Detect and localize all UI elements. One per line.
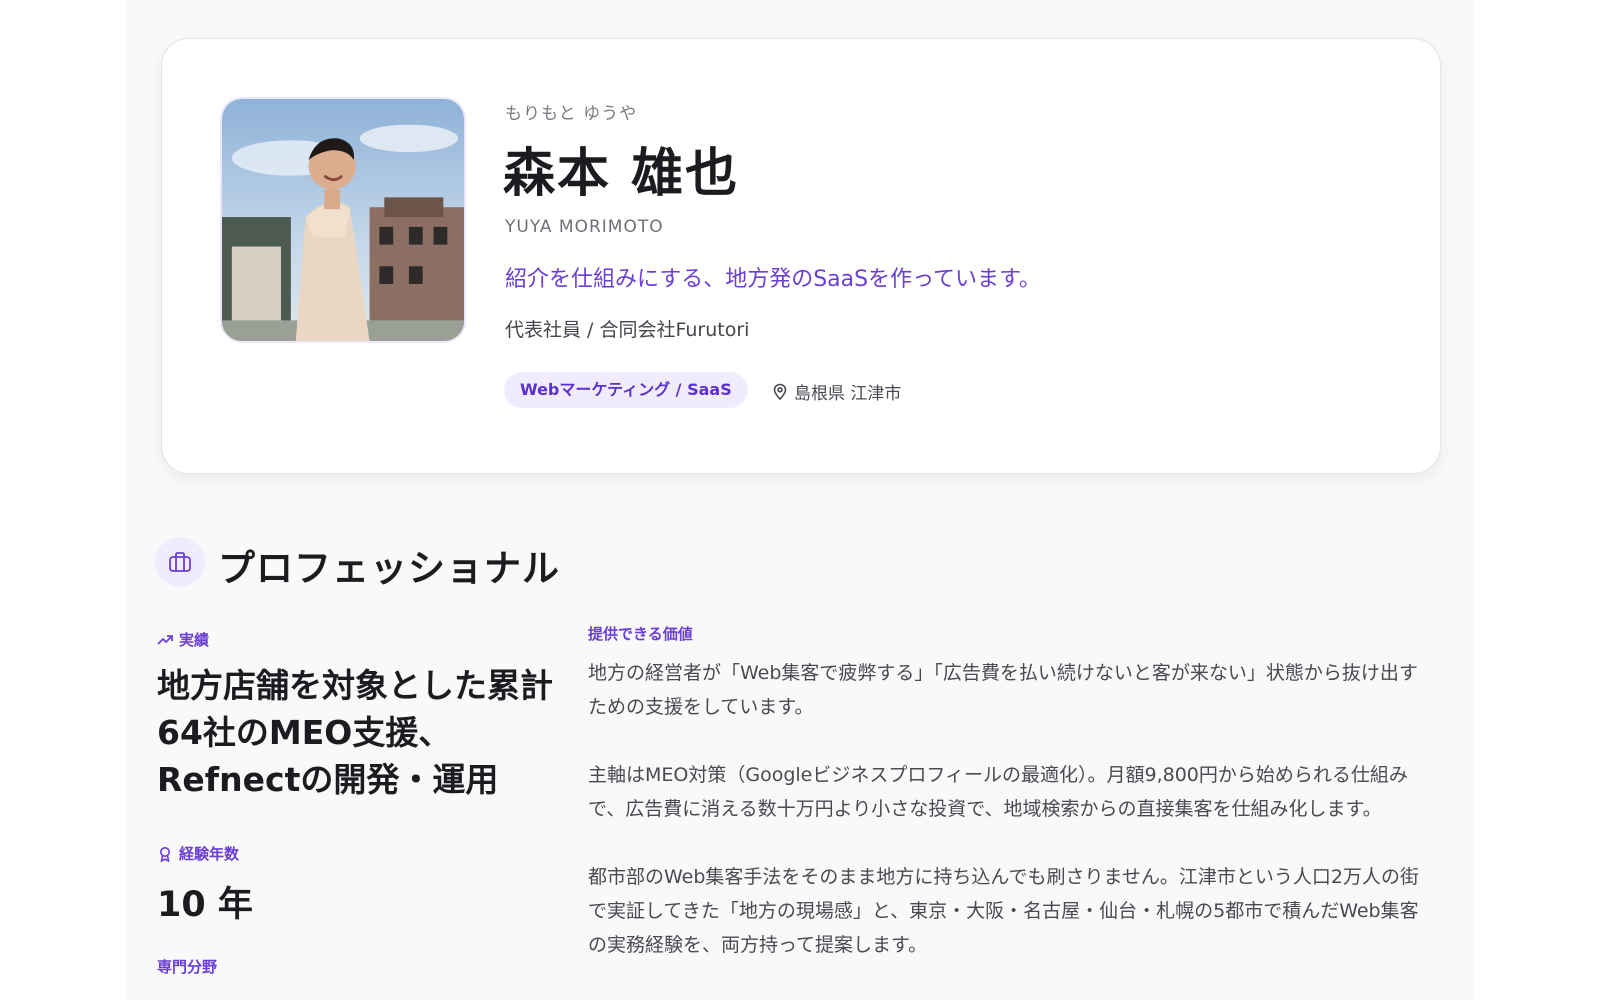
achievements-label: 実績 <box>157 629 209 650</box>
field-label: 専門分野 <box>157 956 217 977</box>
value-description: 地方の経営者が「Web集客で疲弊する」「広告費を払い続けないと客が来ない」状態か… <box>588 656 1428 996</box>
category-tag: Webマーケティング / SaaS <box>504 372 748 408</box>
location: 島根県 江津市 <box>772 379 901 404</box>
profile-name: 森本 雄也 <box>503 144 740 204</box>
value-paragraph: 主軸はMEO対策（Googleビジネスプロフィールの最適化）。月額9,800円か… <box>588 764 1408 820</box>
field-label-text: 専門分野 <box>157 958 218 976</box>
experience-years: 10 年 <box>157 885 253 925</box>
name-roman: YUYA MORIMOTO <box>505 217 664 237</box>
achievements-label-text: 実績 <box>179 631 210 649</box>
page: もりもと ゆうや 森本 雄也 YUYA MORIMOTO 紹介を仕組みにする、地… <box>126 0 1474 1000</box>
location-text: 島根県 江津市 <box>794 384 902 404</box>
profile-photo <box>220 97 466 343</box>
value-paragraph: 地方の経営者が「Web集客で疲弊する」「広告費を払い続けないと客が来ない」状態か… <box>588 662 1418 718</box>
achievements-text: 地方店舗を対象とした累計64社のMEO支援、Refnectの開発・運用 <box>157 666 553 799</box>
value-label-text: 提供できる価値 <box>588 625 693 643</box>
trending-up-icon <box>157 634 173 645</box>
profile-role: 代表社員 / 合同会社Furutori <box>505 319 750 341</box>
profile-tagline: 紹介を仕組みにする、地方発のSaaSを作っています。 <box>505 267 1041 292</box>
value-paragraph: 都市部のWeb集客手法をそのまま地方に持ち込んでも刷さりません。江津市という人口… <box>588 866 1419 956</box>
experience-label-text: 経験年数 <box>179 845 240 863</box>
experience-label: 経験年数 <box>157 843 239 864</box>
section-title: プロフェッショナル <box>218 547 560 590</box>
profile-card: もりもと ゆうや 森本 雄也 YUYA MORIMOTO 紹介を仕組みにする、地… <box>161 38 1441 474</box>
value-label: 提供できる価値 <box>588 623 693 644</box>
briefcase-icon <box>155 537 205 587</box>
name-kana: もりもと ゆうや <box>505 104 638 124</box>
award-icon <box>160 846 170 862</box>
map-pin-icon <box>773 383 787 400</box>
